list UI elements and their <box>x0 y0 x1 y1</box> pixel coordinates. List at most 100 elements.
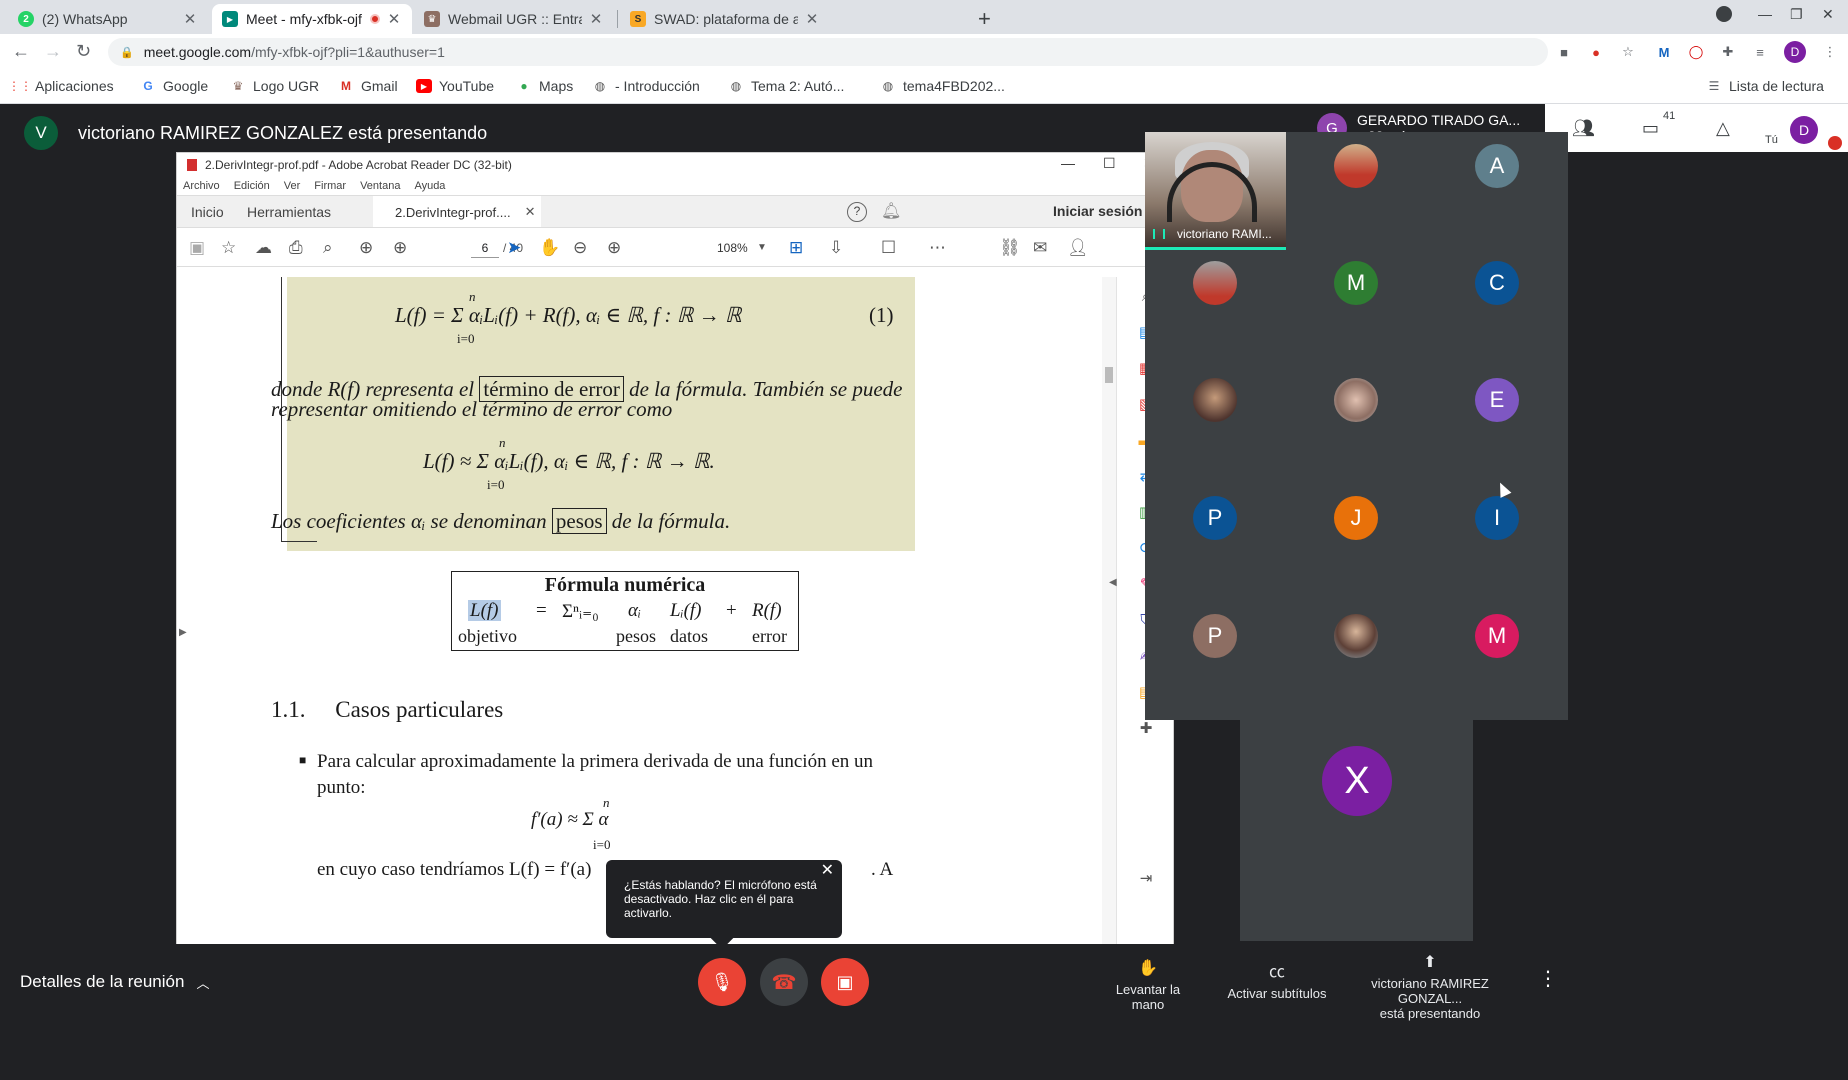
upload-cloud-icon[interactable]: ☁ <box>255 238 272 258</box>
zoom-dropdown-chevron-icon[interactable]: ▼ <box>757 242 767 253</box>
participant-photo-4[interactable] <box>1334 378 1378 422</box>
menu-archivo[interactable]: Archivo <box>183 180 220 192</box>
close-tooltip-icon[interactable]: ✕ <box>821 863 834 879</box>
find-zoom-icon[interactable]: ⌕ <box>323 238 333 258</box>
forward-arrow-icon[interactable]: → <box>44 41 62 62</box>
new-tab-plus-icon[interactable]: + <box>978 6 991 32</box>
sign-in-link[interactable]: Iniciar sesión <box>1053 203 1142 219</box>
reload-icon[interactable]: ↻ <box>76 41 91 62</box>
bookmark-tema2[interactable]: ◍ Tema 2: Autó... <box>728 78 845 94</box>
participant-avatar-m[interactable]: M <box>1334 261 1378 305</box>
participant-avatar-j[interactable]: J <box>1334 496 1378 540</box>
comment-icon[interactable]: ☐ <box>881 238 896 258</box>
share-user-icon[interactable]: 👤︎ <box>1067 238 1089 258</box>
page-up-icon[interactable]: ⊕ <box>359 238 373 258</box>
expand-panel-icon[interactable]: ⇥ <box>1135 867 1157 889</box>
url-field[interactable]: 🔒 meet.google.com /mfy-xfbk-ojf?pli=1&au… <box>108 38 1548 66</box>
more-options-icon[interactable]: ⋮ <box>1538 966 1558 991</box>
link-icon[interactable]: ⛓ <box>999 238 1021 258</box>
close-window-icon[interactable]: ✕ <box>1822 6 1834 23</box>
participant-avatar-p[interactable]: P <box>1193 496 1237 540</box>
participant-photo-5[interactable] <box>1334 614 1378 658</box>
bookmark-apps[interactable]: ⋮⋮ Aplicaciones <box>8 78 114 94</box>
extension-m-icon[interactable]: M <box>1656 44 1672 60</box>
select-cursor-icon[interactable]: ➤ <box>507 238 521 258</box>
participant-avatar-e[interactable]: E <box>1475 378 1519 422</box>
minimize-icon[interactable]: — <box>1061 155 1075 171</box>
zoom-in-icon[interactable]: ⊕ <box>607 238 621 258</box>
participant-avatar-i[interactable]: I <box>1475 496 1519 540</box>
bookmark-youtube[interactable]: ▶ YouTube <box>416 78 494 94</box>
close-tab-icon[interactable]: ✕ <box>182 10 198 28</box>
mic-muted-button[interactable]: 🎙︎ <box>698 958 746 1006</box>
scrollbar-thumb[interactable] <box>1105 367 1113 383</box>
close-tab-icon[interactable]: ✕ <box>804 10 820 28</box>
presenting-button[interactable]: ⬆ victoriano RAMIREZ GONZAL... está pres… <box>1348 952 1512 1021</box>
raise-hand-button[interactable]: ✋ Levantar la mano <box>1100 958 1196 1012</box>
tab-whatsapp[interactable]: 2 (2) WhatsApp ✕ <box>8 4 208 34</box>
pdf-vertical-scrollbar[interactable] <box>1102 277 1116 989</box>
reading-list[interactable]: ☰ Lista de lectura <box>1706 78 1824 94</box>
left-panel-expand-icon[interactable]: ▶ <box>179 627 187 638</box>
blocked-mic-icon[interactable]: ● <box>1588 44 1604 60</box>
bookmark-google[interactable]: G Google <box>140 78 208 94</box>
kebab-menu-icon[interactable]: ⋮ <box>1822 44 1838 60</box>
participant-avatar-p2[interactable]: P <box>1193 614 1237 658</box>
back-arrow-icon[interactable]: ← <box>12 41 30 62</box>
scroll-mode-icon[interactable]: ⇩ <box>829 238 843 258</box>
zoom-select[interactable]: 108% <box>717 241 748 255</box>
collapse-rail-icon[interactable]: ◀ <box>1109 577 1117 588</box>
you-avatar[interactable]: D <box>1790 116 1818 144</box>
puzzle-extensions-icon[interactable]: ✚ <box>1720 44 1736 60</box>
captions-button[interactable]: ㏄ Activar subtítulos <box>1226 958 1328 1001</box>
more-tools-icon[interactable]: ⋯ <box>929 238 946 258</box>
participant-photo-1[interactable] <box>1334 144 1378 188</box>
close-tab-icon[interactable]: ✕ <box>588 10 604 28</box>
hand-tool-icon[interactable]: ✋ <box>539 238 560 258</box>
more-tools-wrench-icon[interactable]: ✚ <box>1135 717 1157 739</box>
star-icon[interactable]: ☆ <box>221 238 236 258</box>
media-list-icon[interactable]: ≡ <box>1752 44 1768 60</box>
camera-icon[interactable]: ■ <box>1556 44 1572 60</box>
tab-meet[interactable]: ▶ Meet - mfy-xfbk-ojf ✕ <box>212 4 412 34</box>
menu-ver[interactable]: Ver <box>284 180 301 192</box>
participant-avatar-m2[interactable]: M <box>1475 614 1519 658</box>
bell-icon[interactable]: 🔔︎ <box>881 201 901 221</box>
minimize-icon[interactable]: — <box>1758 6 1772 22</box>
tab-swad[interactable]: S SWAD: plataforma de apo ✕ <box>620 4 830 34</box>
tab-document[interactable]: 2.DerivIntegr-prof.... ✕ <box>373 196 541 228</box>
participant-avatar-c[interactable]: C <box>1475 261 1519 305</box>
menu-ayuda[interactable]: Ayuda <box>414 180 445 192</box>
close-tab-icon[interactable]: ✕ <box>525 204 536 220</box>
close-tab-icon[interactable]: ✕ <box>386 10 402 28</box>
bookmark-maps[interactable]: ● Maps <box>516 78 573 94</box>
bookmark-introduccion[interactable]: ◍ - Introducción <box>592 78 700 94</box>
tab-webmail[interactable]: ♛ Webmail UGR :: Entrada ✕ <box>414 4 614 34</box>
participant-avatar-a[interactable]: A <box>1475 144 1519 188</box>
bookmark-tema4[interactable]: ◍ tema4FBD202... <box>880 78 1005 94</box>
presenter-video-tile[interactable]: victoriano RAMI... <box>1145 132 1286 250</box>
people-icon[interactable]: 👥︎ <box>1572 118 1595 139</box>
activities-icon[interactable]: △ <box>1716 118 1730 139</box>
menu-edicion[interactable]: Edición <box>234 180 270 192</box>
leave-call-button[interactable]: ☎ <box>760 958 808 1006</box>
tab-search-chevron-icon[interactable] <box>1716 6 1732 22</box>
chat-icon[interactable]: ▭ <box>1642 118 1659 139</box>
participant-photo-2[interactable] <box>1193 261 1237 305</box>
save-icon[interactable]: ▣ <box>189 238 205 258</box>
opera-icon[interactable]: ◯ <box>1688 44 1704 60</box>
camera-off-button[interactable]: ▣ <box>821 958 869 1006</box>
meeting-details-button[interactable]: Detalles de la reunión ︿ <box>20 972 209 992</box>
browser-profile-avatar[interactable]: D <box>1784 41 1806 63</box>
menu-ventana[interactable]: Ventana <box>360 180 400 192</box>
page-down-icon[interactable]: ⊕ <box>393 238 407 258</box>
menu-firmar[interactable]: Firmar <box>314 180 346 192</box>
fit-page-icon[interactable]: ⊞ <box>789 238 803 258</box>
participant-photo-3[interactable] <box>1193 378 1237 422</box>
page-number-input[interactable]: 6 <box>471 238 499 258</box>
zoom-out-icon[interactable]: ⊖ <box>573 238 587 258</box>
star-bookmark-icon[interactable]: ☆ <box>1620 44 1636 60</box>
print-icon[interactable]: ⎙ <box>289 238 303 258</box>
participant-avatar-x[interactable]: X <box>1322 746 1392 816</box>
bookmark-gmail[interactable]: M Gmail <box>338 78 398 94</box>
